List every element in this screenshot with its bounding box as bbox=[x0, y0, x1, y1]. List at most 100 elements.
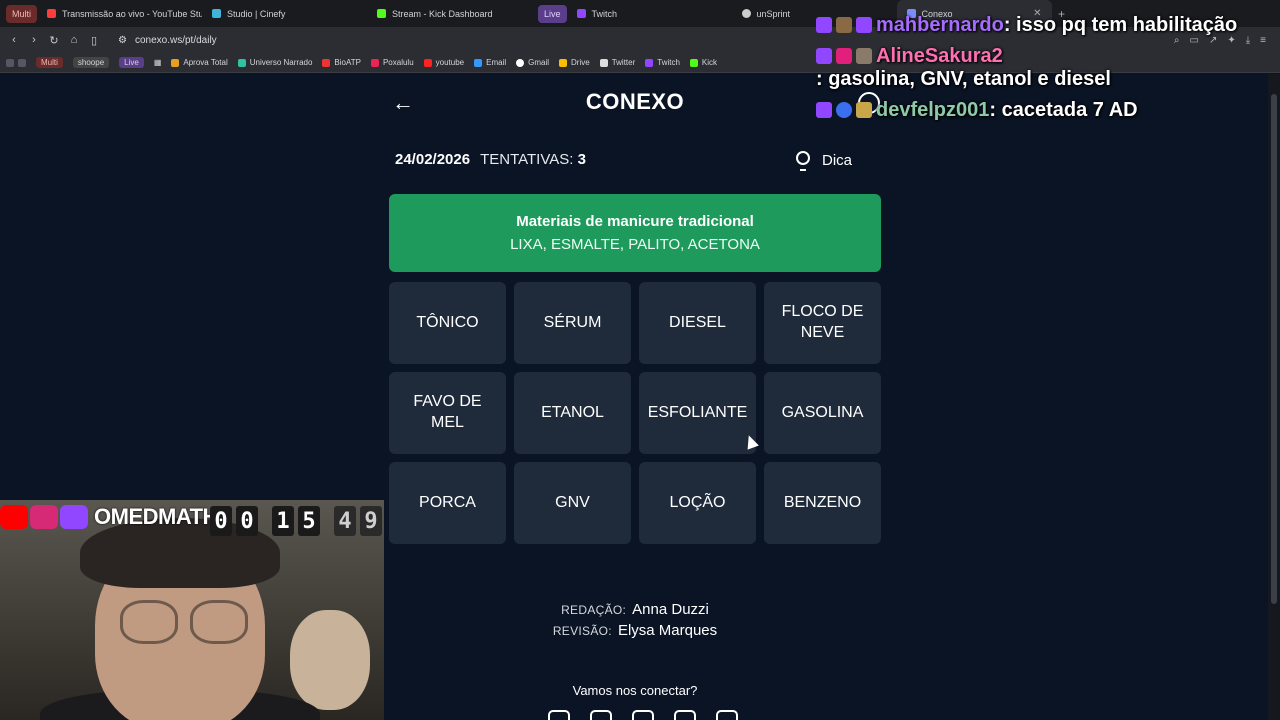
tab-cinefy[interactable]: Studio | Cinefy bbox=[202, 0, 367, 27]
bookmark-kick[interactable]: Kick bbox=[689, 58, 717, 67]
timer-digit: 1 bbox=[272, 506, 294, 536]
solved-category: Materiais de manicure tradicional bbox=[516, 213, 754, 230]
bookmark-grid-icon[interactable]: ▦ bbox=[154, 58, 162, 67]
email-icon[interactable] bbox=[716, 710, 738, 720]
chat-badges bbox=[816, 45, 872, 64]
timer-digit: 5 bbox=[298, 506, 320, 536]
timer-digit: 0 bbox=[210, 506, 232, 536]
chat-message: devfelpz001 : cacetada 7 AD bbox=[816, 99, 1276, 122]
bookmark-poxalulu[interactable]: Poxalulu bbox=[370, 58, 414, 67]
chat-message: AlineSakura2 : gasolina, GNV, etanol e d… bbox=[816, 45, 1276, 91]
bookmark-icon[interactable]: ▯ bbox=[84, 34, 104, 47]
tab-label: Stream - Kick Dashboard bbox=[392, 8, 493, 19]
bookmark-bioatp[interactable]: BioATP bbox=[322, 58, 361, 67]
bookmark-youtube[interactable]: youtube bbox=[423, 58, 464, 67]
word-tile[interactable]: BENZENO bbox=[764, 462, 881, 544]
chat-text: : isso pq tem habilitação bbox=[1003, 14, 1238, 36]
tab-youtube-studio[interactable]: Transmissão ao vivo - YouTube Studio bbox=[37, 0, 202, 27]
teddy-bear bbox=[290, 610, 370, 710]
threads-icon[interactable] bbox=[548, 710, 570, 720]
word-tile[interactable]: GASOLINA bbox=[764, 372, 881, 454]
solved-group-banner: Materiais de manicure tradicional LIXA, … bbox=[389, 194, 881, 272]
chat-text: : cacetada 7 AD bbox=[989, 99, 1138, 121]
word-tile[interactable]: DIESEL bbox=[639, 282, 756, 364]
word-tile[interactable]: ESFOLIANTE bbox=[639, 372, 756, 454]
back-arrow-icon[interactable]: ← bbox=[392, 90, 414, 115]
live-group-badge[interactable]: Live bbox=[538, 4, 567, 23]
word-tile[interactable]: ETANOL bbox=[514, 372, 631, 454]
sub-badge-icon bbox=[856, 102, 872, 118]
bookmark-aprova-total[interactable]: Aprova Total bbox=[171, 58, 228, 67]
channel-name: OMEDMATH bbox=[94, 504, 218, 529]
kick-icon bbox=[377, 9, 387, 18]
timer-digit: 4 bbox=[334, 506, 356, 536]
hint-button[interactable]: Dica bbox=[796, 151, 853, 171]
bookmark-universo-narrado[interactable]: Universo Narrado bbox=[237, 58, 312, 67]
twitch-icon bbox=[60, 505, 88, 529]
chat-badges bbox=[816, 99, 872, 118]
credits: REDAÇÃO: Anna Duzzi REVISÃO: Elysa Marqu… bbox=[540, 601, 730, 643]
lightbulb-icon bbox=[796, 151, 810, 171]
youtube-icon bbox=[0, 505, 28, 529]
word-tile[interactable]: FLOCO DE NEVE bbox=[764, 282, 881, 364]
bookmark-multi[interactable]: Multi bbox=[36, 57, 63, 68]
site-info-icon[interactable]: ⚙ bbox=[118, 35, 127, 46]
chat-username: devfelpz001 bbox=[876, 99, 990, 121]
bookmark-gmail[interactable]: Gmail bbox=[516, 58, 549, 67]
x-icon[interactable] bbox=[632, 710, 654, 720]
channel-brand: OMEDMATH bbox=[0, 503, 218, 531]
credit-review-name: Elysa Marques bbox=[617, 622, 718, 639]
word-tile[interactable]: FAVO DE MEL bbox=[389, 372, 506, 454]
forward-nav-icon[interactable]: › bbox=[24, 34, 44, 46]
instagram-icon bbox=[30, 505, 58, 529]
cinefy-icon bbox=[212, 9, 222, 18]
chat-message: mahbernardo : isso pq tem habilitação bbox=[816, 14, 1276, 37]
reload-icon[interactable]: ↻ bbox=[44, 34, 64, 47]
tries-label: TENTATIVAS: bbox=[480, 151, 574, 168]
tab-label: Studio | Cinefy bbox=[227, 8, 286, 19]
tries-value: 3 bbox=[577, 151, 586, 168]
bookmark-twitch[interactable]: Twitch bbox=[645, 58, 680, 67]
home-icon[interactable]: ⌂ bbox=[64, 34, 84, 46]
bookmark-email[interactable]: Email bbox=[474, 58, 506, 67]
puzzle-date: 24/02/2026 bbox=[395, 151, 471, 168]
connect-heading: Vamos nos conectar? bbox=[572, 683, 698, 698]
url-text: conexo.ws/pt/daily bbox=[134, 34, 217, 46]
hint-label: Dica bbox=[822, 151, 853, 169]
word-tile[interactable]: SÉRUM bbox=[514, 282, 631, 364]
word-tile[interactable]: LOÇÃO bbox=[639, 462, 756, 544]
tab-twitch[interactable]: Twitch bbox=[567, 0, 732, 27]
tab-label: Twitch bbox=[591, 8, 618, 19]
word-grid: TÔNICO SÉRUM DIESEL FLOCO DE NEVE FAVO D… bbox=[389, 282, 881, 544]
bookmark-live[interactable]: Live bbox=[119, 57, 144, 68]
tab-kick-dashboard[interactable]: Stream - Kick Dashboard bbox=[367, 0, 532, 27]
bookmark-apps-icon[interactable] bbox=[6, 58, 26, 67]
word-tile[interactable]: GNV bbox=[514, 462, 631, 544]
glasses-icon bbox=[120, 600, 178, 644]
stream-chat-overlay: mahbernardo : isso pq tem habilitação Al… bbox=[816, 14, 1276, 130]
scrollbar-thumb[interactable] bbox=[1271, 94, 1277, 604]
scrollbar[interactable] bbox=[1268, 74, 1280, 720]
word-tile[interactable]: TÔNICO bbox=[389, 282, 506, 364]
instagram-icon[interactable] bbox=[590, 710, 612, 720]
sub-badge-icon bbox=[836, 17, 852, 33]
stream-timer: 0 0 1 5 4 9 bbox=[210, 506, 382, 536]
bookmark-drive[interactable]: Drive bbox=[559, 58, 590, 67]
bookmark-shoope[interactable]: shoope bbox=[72, 57, 110, 68]
multi-profile-badge[interactable]: Multi bbox=[6, 4, 38, 23]
url-field[interactable]: ⚙ conexo.ws/pt/daily bbox=[118, 35, 217, 46]
tab-label: unSprint bbox=[756, 8, 791, 19]
twitch-badge-icon bbox=[816, 102, 832, 118]
back-nav-icon[interactable]: ‹ bbox=[4, 34, 24, 46]
timer-digit: 0 bbox=[236, 506, 258, 536]
prime-badge-icon bbox=[856, 17, 872, 33]
twitch-icon bbox=[576, 9, 586, 18]
chat-username: mahbernardo bbox=[876, 14, 1004, 36]
bookmark-twitter[interactable]: Twitter bbox=[599, 58, 635, 67]
chat-text: : gasolina, GNV, etanol e diesel bbox=[816, 68, 1111, 90]
chat-username: AlineSakura2 bbox=[876, 45, 1003, 67]
tier-badge-icon bbox=[836, 102, 852, 118]
sub-badge-icon bbox=[856, 48, 872, 64]
word-tile[interactable]: PORCA bbox=[389, 462, 506, 544]
whatsapp-icon[interactable] bbox=[674, 710, 696, 720]
